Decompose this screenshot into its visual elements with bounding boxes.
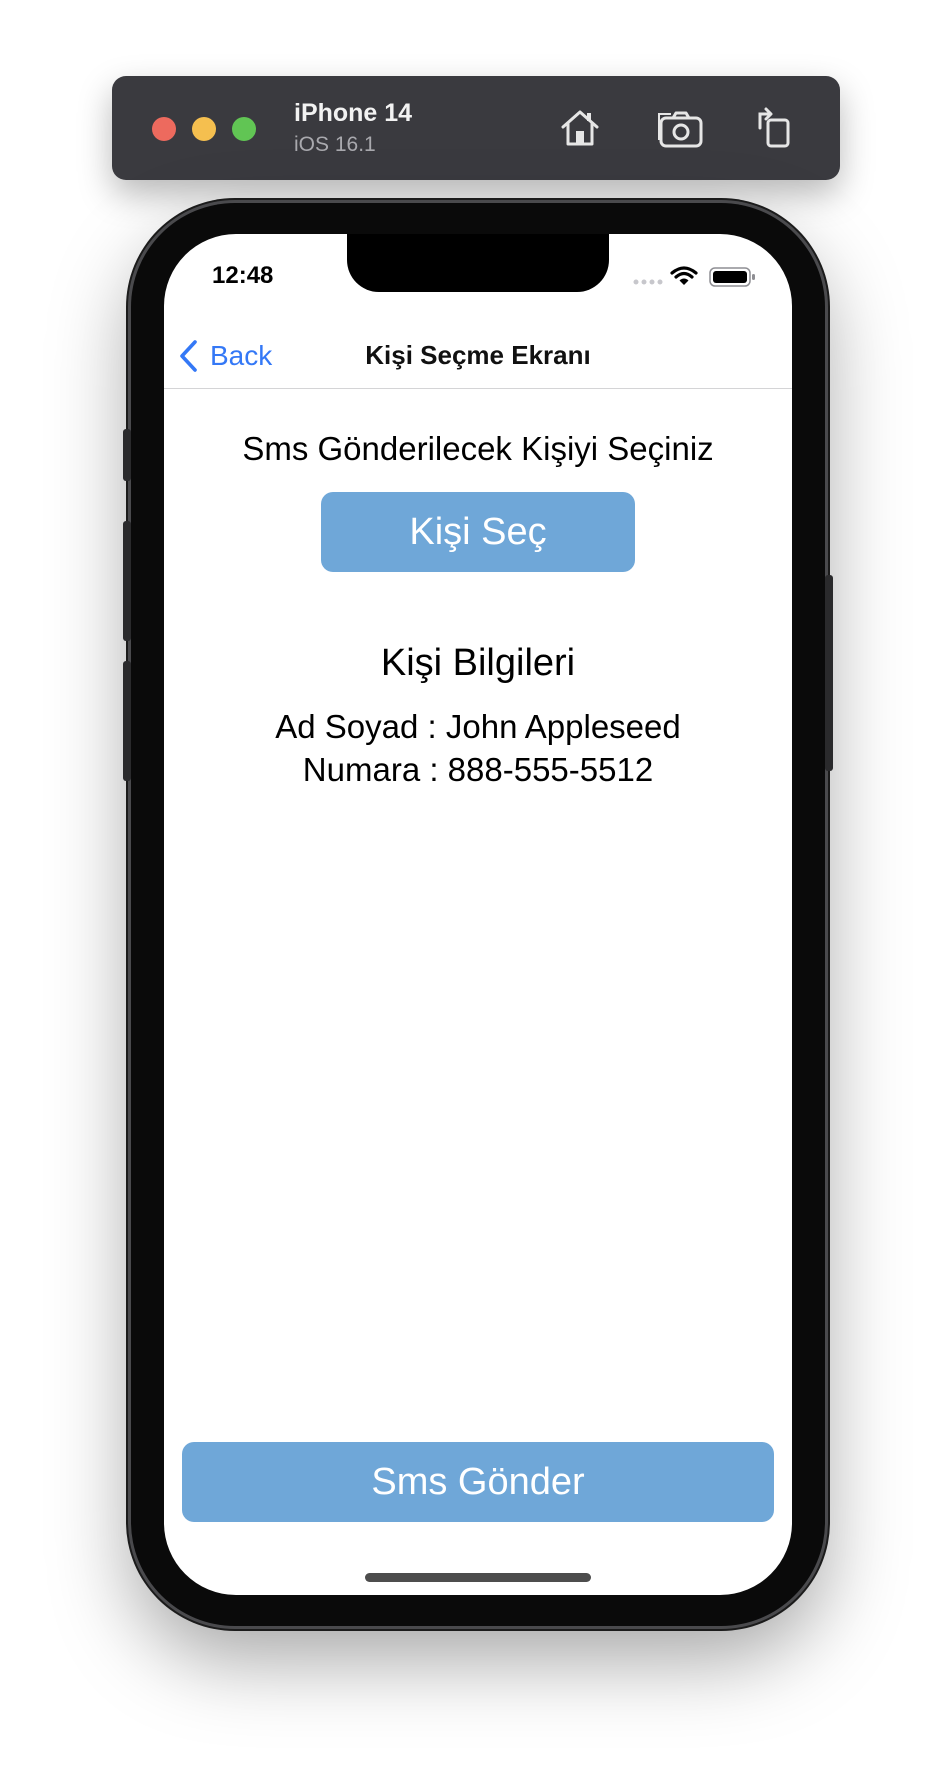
dynamic-notch bbox=[347, 234, 609, 292]
simulator-toolbar: iPhone 14 iOS 16.1 bbox=[112, 76, 840, 180]
home-button[interactable] bbox=[556, 104, 604, 152]
camera-icon bbox=[658, 111, 703, 148]
rotate-icon bbox=[758, 107, 790, 148]
nav-title: Kişi Seçme Ekranı bbox=[365, 340, 591, 370]
volume-down-button bbox=[123, 661, 131, 781]
contact-info-title: Kişi Bilgileri bbox=[380, 642, 576, 684]
close-window-button[interactable] bbox=[152, 117, 176, 141]
signal-icon bbox=[633, 279, 663, 285]
minimize-window-button[interactable] bbox=[192, 117, 216, 141]
status-time: 12:48 bbox=[212, 262, 274, 289]
contact-number: Numara : 888-555-5512 bbox=[302, 751, 654, 788]
volume-up-button bbox=[123, 521, 131, 641]
navigation-bar: Back Kişi Seçme Ekranı bbox=[164, 320, 792, 389]
send-sms-button[interactable]: Sms Gönder bbox=[182, 1442, 774, 1522]
action-button bbox=[123, 429, 131, 481]
phone-screen: 12:48 Back Kişi Seçme Ekranı Sms Gönderi… bbox=[164, 234, 792, 1595]
wifi-icon bbox=[670, 266, 698, 285]
home-indicator[interactable] bbox=[365, 1573, 591, 1582]
iphone-device-frame: 12:48 Back Kişi Seçme Ekranı Sms Gönderi… bbox=[123, 203, 833, 1626]
device-name: iPhone 14 bbox=[294, 99, 413, 127]
os-version: iOS 16.1 bbox=[294, 133, 376, 156]
select-contact-button[interactable]: Kişi Seç bbox=[321, 492, 635, 572]
status-icons bbox=[632, 264, 762, 288]
battery-icon bbox=[709, 267, 755, 287]
select-contact-prompt: Sms Gönderilecek Kişiyi Seçiniz bbox=[242, 430, 714, 467]
rotate-button[interactable] bbox=[750, 104, 798, 152]
power-button bbox=[825, 575, 833, 771]
home-icon bbox=[561, 110, 599, 146]
screenshot-button[interactable] bbox=[657, 104, 705, 152]
zoom-window-button[interactable] bbox=[232, 117, 256, 141]
contact-name: Ad Soyad : John Appleseed bbox=[275, 708, 681, 745]
